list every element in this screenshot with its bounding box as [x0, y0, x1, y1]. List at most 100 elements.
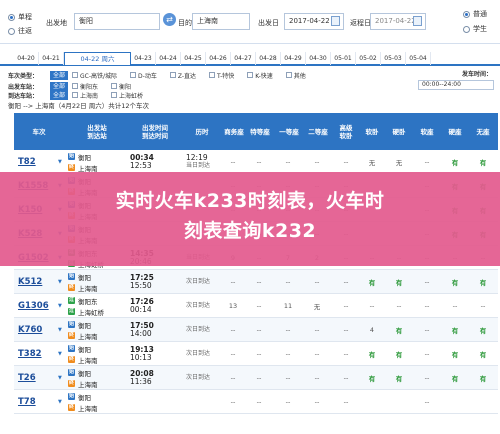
calendar-icon[interactable] [413, 16, 422, 26]
checkbox-icon[interactable] [130, 72, 137, 78]
date-tab[interactable]: 04-20 [14, 52, 39, 65]
arrival-day: 次日到达 [186, 326, 211, 333]
return-input[interactable]: 2017-04-22 [370, 13, 426, 30]
date-tab[interactable]: 04-21 [39, 52, 64, 65]
radio-icon[interactable] [463, 10, 470, 18]
table-row[interactable]: T382 ▼ 始衡阳 终上海南 19:13 10:13 次日到达 -- -- -- --… [14, 342, 498, 366]
table-row[interactable]: T26 ▼ 始衡阳 终上海南 20:08 11:36 次日到达 -- -- -- -- -… [14, 366, 498, 390]
table-row[interactable]: K512 ▼ 始衡阳 终上海南 17:25 15:50 次日到达 -- -- -- --… [14, 270, 498, 294]
train-number-link[interactable]: T382 [18, 342, 58, 366]
date-tab[interactable]: 04-28 [256, 52, 281, 65]
filter-type-gc[interactable]: GC-高铁/城际 [72, 71, 117, 80]
checkbox-icon[interactable] [111, 92, 118, 98]
seat-availability: 有 [479, 159, 487, 167]
from-input[interactable]: 衡阳 [74, 13, 160, 30]
col-header-stations[interactable]: 出发站 到达站 [68, 113, 126, 150]
date-tab[interactable]: 04-24 [156, 52, 181, 65]
filter-arrive-shanghainan[interactable]: 上海南 [72, 91, 98, 100]
table-row[interactable]: T78 ▼ 始衡阳 终上海南 -- -- -- -- -- -- [14, 390, 498, 414]
seat-availability: -- [396, 302, 402, 310]
filter-type-t[interactable]: T-特快 [209, 71, 234, 80]
seat-availability: -- [452, 302, 458, 310]
seat-availability: -- [230, 350, 236, 358]
to-input[interactable]: 上海南 [192, 13, 250, 30]
date-tab[interactable]: 05-02 [356, 52, 381, 65]
col-header-times[interactable]: 出发时间 到达时间 [126, 113, 184, 150]
radio-icon[interactable] [463, 25, 470, 33]
train-number-link[interactable]: K512 [18, 270, 58, 294]
stations-cell: 始衡阳 终上海南 [68, 390, 128, 414]
checkbox-icon[interactable] [72, 72, 79, 78]
calendar-icon[interactable] [331, 16, 340, 26]
date-tabs: 04-20 04-21 04-22 周六 04-23 04-24 04-25 0… [0, 52, 500, 66]
filter-option-label: 上海南 [80, 92, 99, 100]
train-number-link[interactable]: T26 [18, 366, 58, 390]
date-tab[interactable]: 04-30 [306, 52, 331, 65]
col-header-duration[interactable]: 历时 [184, 113, 220, 150]
date-input[interactable]: 2017-04-22 [284, 13, 344, 30]
expand-icon[interactable]: ▼ [58, 150, 64, 174]
swap-icon[interactable]: ⇄ [163, 13, 176, 26]
expand-icon[interactable]: ▼ [58, 342, 64, 366]
train-number-link[interactable]: K760 [18, 318, 58, 342]
filter-all-chip[interactable]: 全部 [50, 90, 69, 100]
seat-availability: -- [256, 302, 262, 310]
checkbox-icon[interactable] [169, 72, 176, 78]
expand-icon[interactable]: ▼ [58, 390, 64, 414]
arrive-time: 14:00 [130, 329, 152, 338]
filter-type-z[interactable]: Z-直达 [169, 71, 196, 80]
filter-arrive-hongqiao[interactable]: 上海虹桥 [111, 91, 143, 100]
seat-availability: -- [343, 374, 349, 382]
passenger-student[interactable]: 学生 [463, 24, 487, 34]
date-tab[interactable]: 05-03 [381, 52, 406, 65]
trip-type-label: 往返 [18, 27, 32, 35]
seat-availability: -- [285, 278, 291, 286]
checkbox-icon[interactable] [72, 92, 79, 98]
table-row[interactable]: G1306 ▼ 过衡阳东 过上海虹桥 17:26 00:14 次日到达 13 -- 1… [14, 294, 498, 318]
trip-type-oneway[interactable]: 单程 [8, 12, 32, 22]
seat-availability: -- [343, 398, 349, 406]
filter-all-chip[interactable]: 全部 [50, 70, 69, 80]
col-header-premium: 特等座 [250, 127, 270, 136]
station-start-icon: 过 [68, 297, 75, 304]
col-header-train[interactable]: 车次 [14, 113, 64, 150]
depart-station: 衡阳 [78, 273, 91, 282]
seat-availability: 有 [395, 279, 403, 287]
date-tab[interactable]: 04-29 [281, 52, 306, 65]
seat-availability [444, 390, 466, 414]
filter-type-k[interactable]: K-快速 [247, 71, 273, 80]
depart-station: 衡阳 [78, 369, 91, 378]
checkbox-icon[interactable] [209, 72, 216, 78]
duration-cell: 次日到达 [186, 318, 226, 342]
train-number-link[interactable]: T78 [18, 390, 58, 414]
date-tab[interactable]: 04-23 [131, 52, 156, 65]
station-start-icon: 始 [68, 369, 75, 376]
train-number-link[interactable]: G1306 [18, 294, 58, 318]
trip-type-return[interactable]: 往返 [8, 26, 32, 36]
table-row[interactable]: K760 ▼ 始衡阳 终上海南 17:50 14:00 次日到达 -- -- -- --… [14, 318, 498, 342]
date-tab[interactable]: 04-25 [181, 52, 206, 65]
radio-icon[interactable] [8, 27, 15, 35]
seat-availability: 有 [368, 375, 376, 383]
date-tab[interactable]: 05-04 [406, 52, 431, 65]
train-number-link[interactable]: T82 [18, 150, 58, 174]
expand-icon[interactable]: ▼ [58, 318, 64, 342]
filter-type-d[interactable]: D-动车 [130, 71, 157, 80]
passenger-normal[interactable]: 普通 [463, 9, 487, 19]
expand-icon[interactable]: ▼ [58, 366, 64, 390]
table-row[interactable]: T82 ▼ 始衡阳 终上海南 00:34 12:53 12:19 当日到达 -- -… [14, 150, 498, 174]
col-header-soft-seat: 软座 [420, 127, 434, 136]
expand-icon[interactable]: ▼ [58, 270, 64, 294]
date-tab-active[interactable]: 04-22 周六 [64, 52, 131, 65]
checkbox-icon[interactable] [285, 72, 292, 78]
seat-availability: 有 [451, 375, 459, 383]
radio-icon[interactable] [8, 13, 15, 21]
date-tab[interactable]: 04-26 [206, 52, 231, 65]
seat-availability: 无 [313, 303, 321, 311]
seat-availability: 无 [368, 159, 376, 167]
date-tab[interactable]: 05-01 [331, 52, 356, 65]
date-tab[interactable]: 04-27 [231, 52, 256, 65]
checkbox-icon[interactable] [247, 72, 254, 78]
filter-type-other[interactable]: 其他 [285, 71, 306, 80]
expand-icon[interactable]: ▼ [58, 294, 64, 318]
